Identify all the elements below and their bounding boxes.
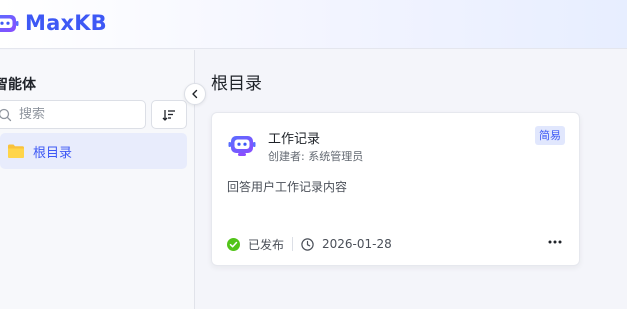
- top-bar: MaxKB: [0, 0, 627, 49]
- more-button[interactable]: [545, 232, 565, 252]
- check-circle-icon: [227, 237, 240, 251]
- sort-button[interactable]: [151, 100, 187, 129]
- main-content: 根目录 工作记录 创建者: 系统管理员 简易 回答用户工作记录内容 已发布 20…: [196, 50, 627, 309]
- page-title: 根目录: [211, 74, 262, 94]
- robot-icon: [228, 136, 256, 156]
- app-card[interactable]: 工作记录 创建者: 系统管理员 简易 回答用户工作记录内容 已发布 2026-0…: [211, 112, 580, 266]
- folder-icon: [8, 144, 24, 158]
- clock-icon: [301, 237, 314, 251]
- search-box[interactable]: [0, 100, 146, 129]
- card-creator: 创建者: 系统管理员: [268, 150, 364, 163]
- date-text: 2026-01-28: [322, 237, 392, 251]
- card-title: 工作记录: [268, 132, 321, 147]
- type-badge: 简易: [535, 126, 565, 145]
- search-input[interactable]: [19, 107, 139, 122]
- sidebar: 智能体 根目录: [0, 50, 195, 309]
- footer-divider: [292, 237, 294, 251]
- search-icon: [0, 108, 12, 121]
- card-description: 回答用户工作记录内容: [227, 180, 348, 194]
- app-name: MaxKB: [25, 11, 107, 35]
- status-text: 已发布: [248, 237, 285, 252]
- sort-icon: [162, 109, 175, 121]
- card-footer: 已发布 2026-01-28: [227, 235, 567, 253]
- tree-item-label: 根目录: [33, 145, 73, 161]
- robot-logo-icon: [0, 15, 19, 32]
- more-dots-icon: [548, 240, 562, 244]
- sidebar-title: 智能体: [0, 77, 36, 93]
- logo[interactable]: MaxKB: [0, 7, 107, 39]
- tree-item-root[interactable]: 根目录: [0, 133, 187, 169]
